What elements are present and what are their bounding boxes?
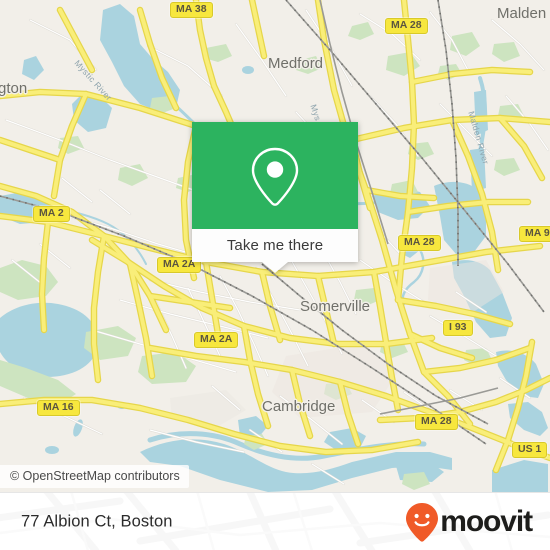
take-me-there-label: Take me there (226, 237, 324, 254)
moovit-wordmark: moovit (440, 505, 533, 538)
map-pin-icon (251, 147, 299, 206)
address-label: 77 Albion Ct, Boston (21, 512, 173, 531)
popup-icon-area (192, 122, 358, 229)
popup-pointer (262, 262, 288, 273)
destination-popup-card[interactable]: Take me there (192, 122, 358, 273)
popup-action-area[interactable]: Take me there (192, 229, 358, 273)
moovit-map-screen: .w { fill:#aad3df; } .pk { fill:#cde4c0;… (0, 0, 550, 550)
moovit-logo[interactable]: moovit (405, 502, 533, 542)
moovit-smiling-pin-icon (406, 503, 439, 542)
map-canvas[interactable]: .w { fill:#aad3df; } .pk { fill:#cde4c0;… (0, 0, 550, 492)
bottom-info-bar: 77 Albion Ct, Boston moovit (0, 492, 550, 550)
osm-attribution[interactable]: © OpenStreetMap contributors (0, 465, 189, 488)
